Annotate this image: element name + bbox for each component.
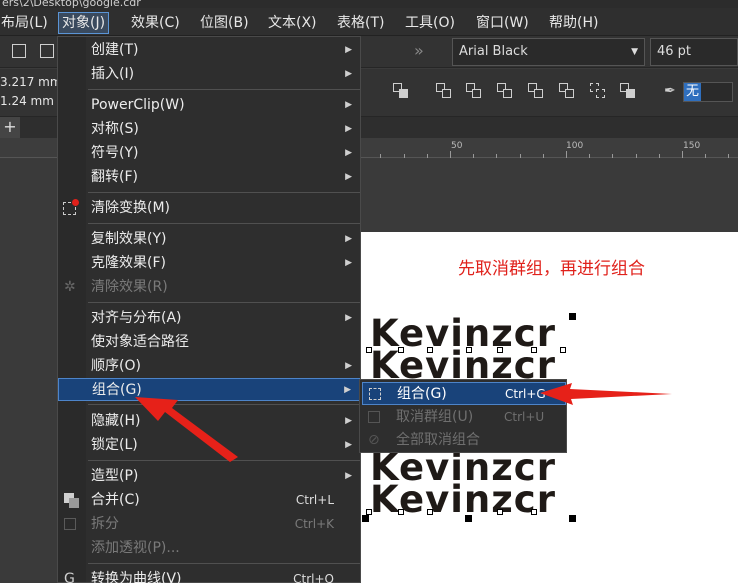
red-arrow-icon bbox=[540, 383, 672, 405]
annotation-arrows bbox=[135, 383, 672, 462]
red-arrow-icon bbox=[135, 397, 238, 462]
